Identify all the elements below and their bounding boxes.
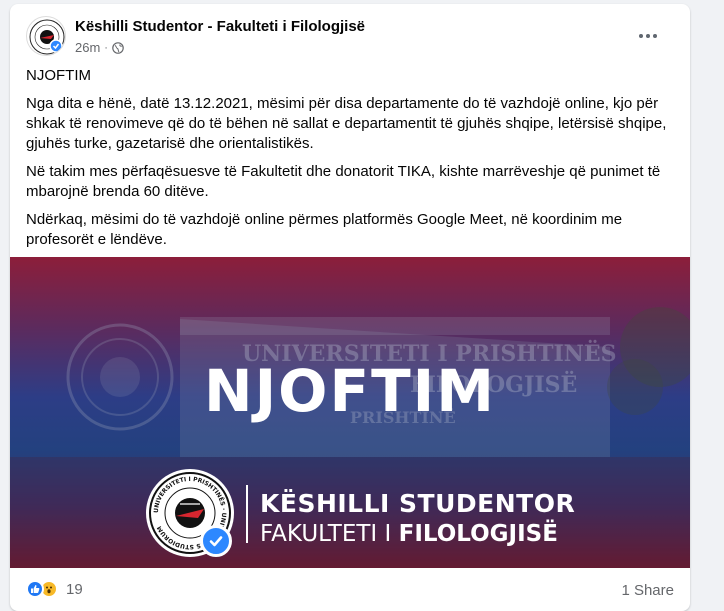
post-header: Këshilli Studentor - Fakulteti i Filolog… bbox=[26, 16, 674, 60]
post-card: Këshilli Studentor - Fakulteti i Filolog… bbox=[10, 4, 690, 611]
post-body: NJOFTIM Nga dita e hënë, datë 13.12.2021… bbox=[26, 66, 676, 258]
post-footer: 19 1 Share bbox=[26, 574, 674, 604]
post-paragraph: Ndërkaq, mësimi do të vazhdojë online pë… bbox=[26, 211, 623, 248]
share-count[interactable]: 1 Share bbox=[621, 582, 674, 599]
meta-separator: · bbox=[104, 41, 108, 54]
divider bbox=[246, 485, 248, 543]
more-options-icon[interactable] bbox=[636, 26, 660, 46]
post-meta: 26m · bbox=[75, 40, 124, 55]
author-name[interactable]: Këshilli Studentor - Fakulteti i Filolog… bbox=[75, 18, 365, 35]
reaction-count: 19 bbox=[66, 580, 83, 598]
seal-logo-icon bbox=[29, 19, 65, 55]
reactions-summary[interactable]: 19 bbox=[26, 580, 83, 598]
like-reaction-icon bbox=[26, 580, 44, 598]
org-name-line2-regular: FAKULTETI I bbox=[260, 521, 399, 547]
image-title: NJOFTIM bbox=[204, 357, 496, 425]
globe-icon[interactable] bbox=[112, 41, 124, 54]
verified-check-icon bbox=[200, 525, 232, 557]
org-name-line2-bold: FILOLOGJISË bbox=[398, 521, 558, 547]
post-image[interactable]: UNIVERSITETI I PRISHTINËS FILOLOGJISË PR… bbox=[10, 257, 690, 568]
post-paragraph: Në takim mes përfaqësuesve të Fakultetit… bbox=[26, 163, 661, 200]
post-paragraph-heading: NJOFTIM bbox=[26, 67, 91, 84]
post-paragraph: Nga dita e hënë, datë 13.12.2021, mësimi… bbox=[26, 95, 667, 152]
page-avatar[interactable] bbox=[26, 16, 66, 56]
org-name-line1: KËSHILLI STUDENTOR bbox=[260, 489, 576, 518]
timestamp[interactable]: 26m bbox=[75, 40, 100, 55]
org-name-line2: FAKULTETI I FILOLOGJISË bbox=[260, 521, 558, 547]
